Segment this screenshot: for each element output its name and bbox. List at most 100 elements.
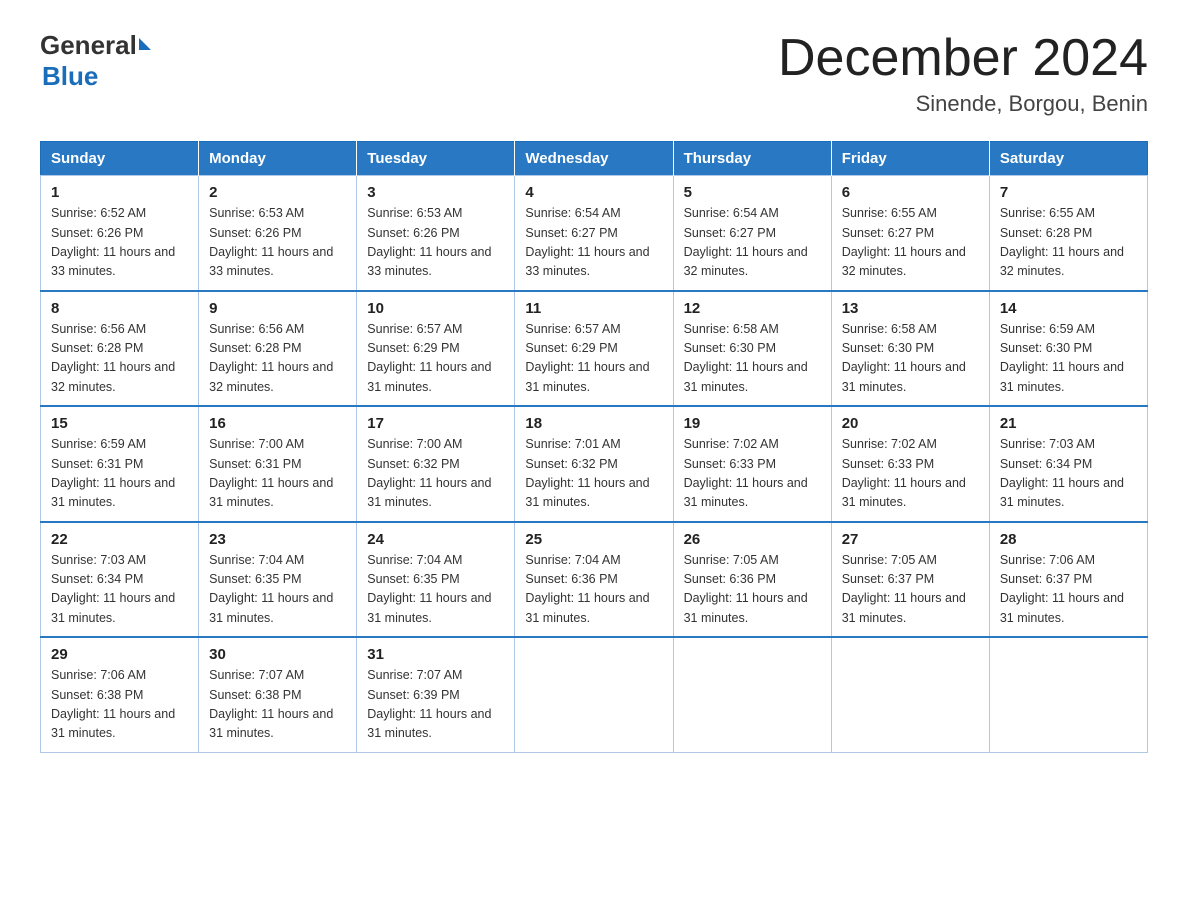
day-info: Sunrise: 7:04 AMSunset: 6:35 PMDaylight:… [209, 551, 346, 629]
day-info: Sunrise: 7:00 AMSunset: 6:31 PMDaylight:… [209, 435, 346, 513]
day-cell-6: 6 Sunrise: 6:55 AMSunset: 6:27 PMDaylight… [831, 176, 989, 291]
day-info: Sunrise: 6:57 AMSunset: 6:29 PMDaylight:… [525, 320, 662, 398]
subtitle: Sinende, Borgou, Benin [778, 91, 1148, 117]
day-info: Sunrise: 7:07 AMSunset: 6:38 PMDaylight:… [209, 666, 346, 744]
day-cell-1: 1Sunrise: 6:52 AMSunset: 6:26 PMDaylight… [41, 176, 199, 291]
day-number: 7 [1000, 184, 1137, 201]
main-title: December 2024 [778, 30, 1148, 87]
day-info: Sunrise: 6:59 AMSunset: 6:30 PMDaylight:… [1000, 320, 1137, 398]
day-cell-13: 13Sunrise: 6:58 AMSunset: 6:30 PMDayligh… [831, 291, 989, 407]
empty-cell [989, 637, 1147, 752]
day-number: 21 [1000, 415, 1137, 432]
day-number: 9 [209, 300, 346, 317]
day-info: Sunrise: 7:05 AMSunset: 6:37 PMDaylight:… [842, 551, 979, 629]
day-number: 29 [51, 646, 188, 663]
day-number: 27 [842, 531, 979, 548]
day-info: Sunrise: 7:02 AMSunset: 6:33 PMDaylight:… [684, 435, 821, 513]
day-cell-18: 18 Sunrise: 7:01 AMSunset: 6:32 PMDayligh… [515, 406, 673, 522]
weekday-header-tuesday: Tuesday [357, 142, 515, 176]
day-number: 10 [367, 300, 504, 317]
weekday-header-saturday: Saturday [989, 142, 1147, 176]
week-row-3: 15 Sunrise: 6:59 AMSunset: 6:31 PMDayligh… [41, 406, 1148, 522]
day-info: Sunrise: 7:03 AMSunset: 6:34 PMDaylight:… [51, 551, 188, 629]
day-info: Sunrise: 6:52 AMSunset: 6:26 PMDaylight:… [51, 204, 188, 282]
day-number: 13 [842, 300, 979, 317]
weekday-header-row: SundayMondayTuesdayWednesdayThursdayFrid… [41, 142, 1148, 176]
day-cell-27: 27 Sunrise: 7:05 AMSunset: 6:37 PMDayligh… [831, 522, 989, 638]
title-block: December 2024 Sinende, Borgou, Benin [778, 30, 1148, 117]
weekday-header-thursday: Thursday [673, 142, 831, 176]
day-number: 19 [684, 415, 821, 432]
day-cell-14: 14Sunrise: 6:59 AMSunset: 6:30 PMDayligh… [989, 291, 1147, 407]
day-number: 8 [51, 300, 188, 317]
day-info: Sunrise: 6:54 AMSunset: 6:27 PMDaylight:… [525, 204, 662, 282]
day-cell-5: 5Sunrise: 6:54 AMSunset: 6:27 PMDaylight… [673, 176, 831, 291]
day-info: Sunrise: 6:54 AMSunset: 6:27 PMDaylight:… [684, 204, 821, 282]
day-info: Sunrise: 7:06 AMSunset: 6:38 PMDaylight:… [51, 666, 188, 744]
day-info: Sunrise: 7:00 AMSunset: 6:32 PMDaylight:… [367, 435, 504, 513]
logo-blue: Blue [42, 61, 98, 91]
day-number: 16 [209, 415, 346, 432]
weekday-header-sunday: Sunday [41, 142, 199, 176]
page-header: General Blue December 2024 Sinende, Borg… [40, 30, 1148, 117]
day-cell-2: 2Sunrise: 6:53 AMSunset: 6:26 PMDaylight… [199, 176, 357, 291]
day-info: Sunrise: 7:05 AMSunset: 6:36 PMDaylight:… [684, 551, 821, 629]
day-info: Sunrise: 6:57 AMSunset: 6:29 PMDaylight:… [367, 320, 504, 398]
day-number: 17 [367, 415, 504, 432]
day-number: 31 [367, 646, 504, 663]
empty-cell [831, 637, 989, 752]
weekday-header-wednesday: Wednesday [515, 142, 673, 176]
day-number: 23 [209, 531, 346, 548]
day-cell-7: 7 Sunrise: 6:55 AMSunset: 6:28 PMDaylight… [989, 176, 1147, 291]
day-cell-8: 8 Sunrise: 6:56 AMSunset: 6:28 PMDaylight… [41, 291, 199, 407]
day-cell-3: 3 Sunrise: 6:53 AMSunset: 6:26 PMDaylight… [357, 176, 515, 291]
day-cell-29: 29 Sunrise: 7:06 AMSunset: 6:38 PMDayligh… [41, 637, 199, 752]
day-number: 22 [51, 531, 188, 548]
day-cell-21: 21Sunrise: 7:03 AMSunset: 6:34 PMDayligh… [989, 406, 1147, 522]
day-number: 3 [367, 184, 504, 201]
day-info: Sunrise: 6:56 AMSunset: 6:28 PMDaylight:… [209, 320, 346, 398]
day-cell-22: 22 Sunrise: 7:03 AMSunset: 6:34 PMDayligh… [41, 522, 199, 638]
day-cell-19: 19 Sunrise: 7:02 AMSunset: 6:33 PMDayligh… [673, 406, 831, 522]
day-info: Sunrise: 7:01 AMSunset: 6:32 PMDaylight:… [525, 435, 662, 513]
day-info: Sunrise: 6:56 AMSunset: 6:28 PMDaylight:… [51, 320, 188, 398]
day-cell-24: 24Sunrise: 7:04 AMSunset: 6:35 PMDayligh… [357, 522, 515, 638]
day-number: 18 [525, 415, 662, 432]
day-info: Sunrise: 6:58 AMSunset: 6:30 PMDaylight:… [684, 320, 821, 398]
day-cell-20: 20 Sunrise: 7:02 AMSunset: 6:33 PMDayligh… [831, 406, 989, 522]
logo-triangle-icon [139, 38, 151, 50]
day-cell-23: 23 Sunrise: 7:04 AMSunset: 6:35 PMDayligh… [199, 522, 357, 638]
day-cell-11: 11Sunrise: 6:57 AMSunset: 6:29 PMDayligh… [515, 291, 673, 407]
day-cell-15: 15 Sunrise: 6:59 AMSunset: 6:31 PMDayligh… [41, 406, 199, 522]
day-number: 25 [525, 531, 662, 548]
day-info: Sunrise: 6:53 AMSunset: 6:26 PMDaylight:… [209, 204, 346, 282]
day-number: 15 [51, 415, 188, 432]
week-row-5: 29 Sunrise: 7:06 AMSunset: 6:38 PMDayligh… [41, 637, 1148, 752]
day-number: 6 [842, 184, 979, 201]
day-info: Sunrise: 6:55 AMSunset: 6:28 PMDaylight:… [1000, 204, 1137, 282]
logo: General Blue [40, 30, 151, 92]
day-cell-12: 12Sunrise: 6:58 AMSunset: 6:30 PMDayligh… [673, 291, 831, 407]
day-number: 4 [525, 184, 662, 201]
day-info: Sunrise: 7:02 AMSunset: 6:33 PMDaylight:… [842, 435, 979, 513]
day-cell-25: 25Sunrise: 7:04 AMSunset: 6:36 PMDayligh… [515, 522, 673, 638]
day-cell-16: 16 Sunrise: 7:00 AMSunset: 6:31 PMDayligh… [199, 406, 357, 522]
day-cell-30: 30Sunrise: 7:07 AMSunset: 6:38 PMDayligh… [199, 637, 357, 752]
day-cell-4: 4 Sunrise: 6:54 AMSunset: 6:27 PMDaylight… [515, 176, 673, 291]
day-info: Sunrise: 7:07 AMSunset: 6:39 PMDaylight:… [367, 666, 504, 744]
weekday-header-friday: Friday [831, 142, 989, 176]
week-row-1: 1Sunrise: 6:52 AMSunset: 6:26 PMDaylight… [41, 176, 1148, 291]
day-info: Sunrise: 6:53 AMSunset: 6:26 PMDaylight:… [367, 204, 504, 282]
day-info: Sunrise: 7:04 AMSunset: 6:35 PMDaylight:… [367, 551, 504, 629]
day-cell-10: 10 Sunrise: 6:57 AMSunset: 6:29 PMDayligh… [357, 291, 515, 407]
day-number: 20 [842, 415, 979, 432]
day-info: Sunrise: 6:55 AMSunset: 6:27 PMDaylight:… [842, 204, 979, 282]
weekday-header-monday: Monday [199, 142, 357, 176]
week-row-2: 8 Sunrise: 6:56 AMSunset: 6:28 PMDaylight… [41, 291, 1148, 407]
day-info: Sunrise: 7:06 AMSunset: 6:37 PMDaylight:… [1000, 551, 1137, 629]
calendar-table: SundayMondayTuesdayWednesdayThursdayFrid… [40, 141, 1148, 753]
day-info: Sunrise: 6:59 AMSunset: 6:31 PMDaylight:… [51, 435, 188, 513]
empty-cell [515, 637, 673, 752]
day-cell-9: 9 Sunrise: 6:56 AMSunset: 6:28 PMDaylight… [199, 291, 357, 407]
day-cell-31: 31 Sunrise: 7:07 AMSunset: 6:39 PMDayligh… [357, 637, 515, 752]
